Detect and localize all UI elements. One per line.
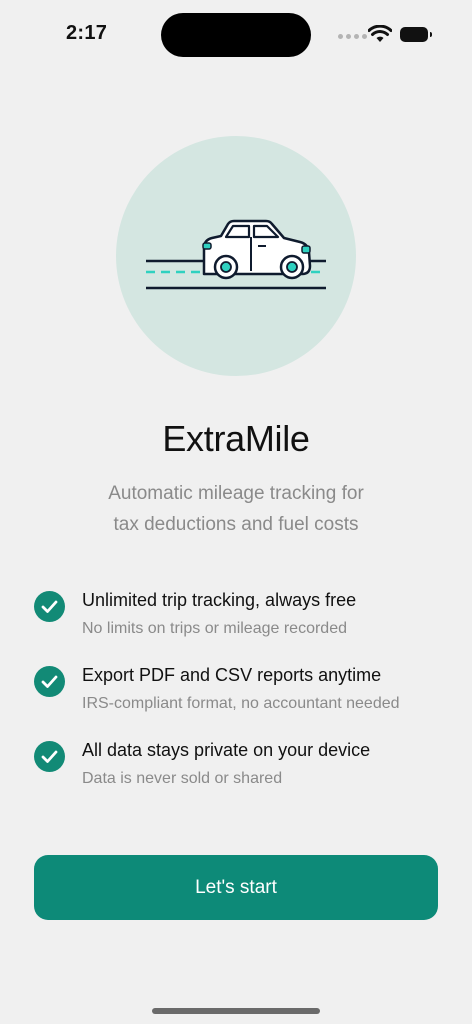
feature-title: Unlimited trip tracking, always free (82, 590, 357, 610)
feature-subtitle: No limits on trips or mileage recorded (82, 620, 347, 637)
feature-subtitle: IRS-compliant format, no accountant need… (82, 695, 400, 712)
car-icon (146, 219, 326, 290)
feature-title: Export PDF and CSV reports anytime (82, 665, 382, 685)
feature-item: Export PDF and CSV reports anytime IRS-c… (34, 665, 434, 740)
feature-item: Unlimited trip tracking, always free No … (34, 590, 434, 665)
subtitle-line-1: Automatic mileage tracking for (108, 483, 364, 504)
wifi-icon (368, 25, 392, 42)
app-title: ExtraMile (162, 418, 310, 459)
hero-illustration (116, 136, 356, 376)
lets-start-button[interactable]: Let's start (34, 855, 438, 920)
feature-subtitle: Data is never sold or shared (82, 770, 283, 787)
check-icon (34, 591, 65, 622)
dynamic-island (161, 13, 311, 57)
check-icon (34, 666, 65, 697)
app-subtitle: Automatic mileage tracking for tax deduc… (0, 478, 472, 540)
battery-icon (400, 27, 432, 42)
status-bar: 2:17 (0, 0, 472, 70)
feature-item: All data stays private on your device Da… (34, 740, 434, 815)
feature-title: All data stays private on your device (82, 740, 371, 760)
subtitle-line-2: tax deductions and fuel costs (113, 514, 359, 535)
cellular-dots-icon (338, 34, 367, 39)
feature-list: Unlimited trip tracking, always free No … (34, 590, 434, 815)
home-indicator[interactable] (152, 1008, 320, 1014)
check-icon (34, 741, 65, 772)
status-time: 2:17 (66, 22, 108, 44)
